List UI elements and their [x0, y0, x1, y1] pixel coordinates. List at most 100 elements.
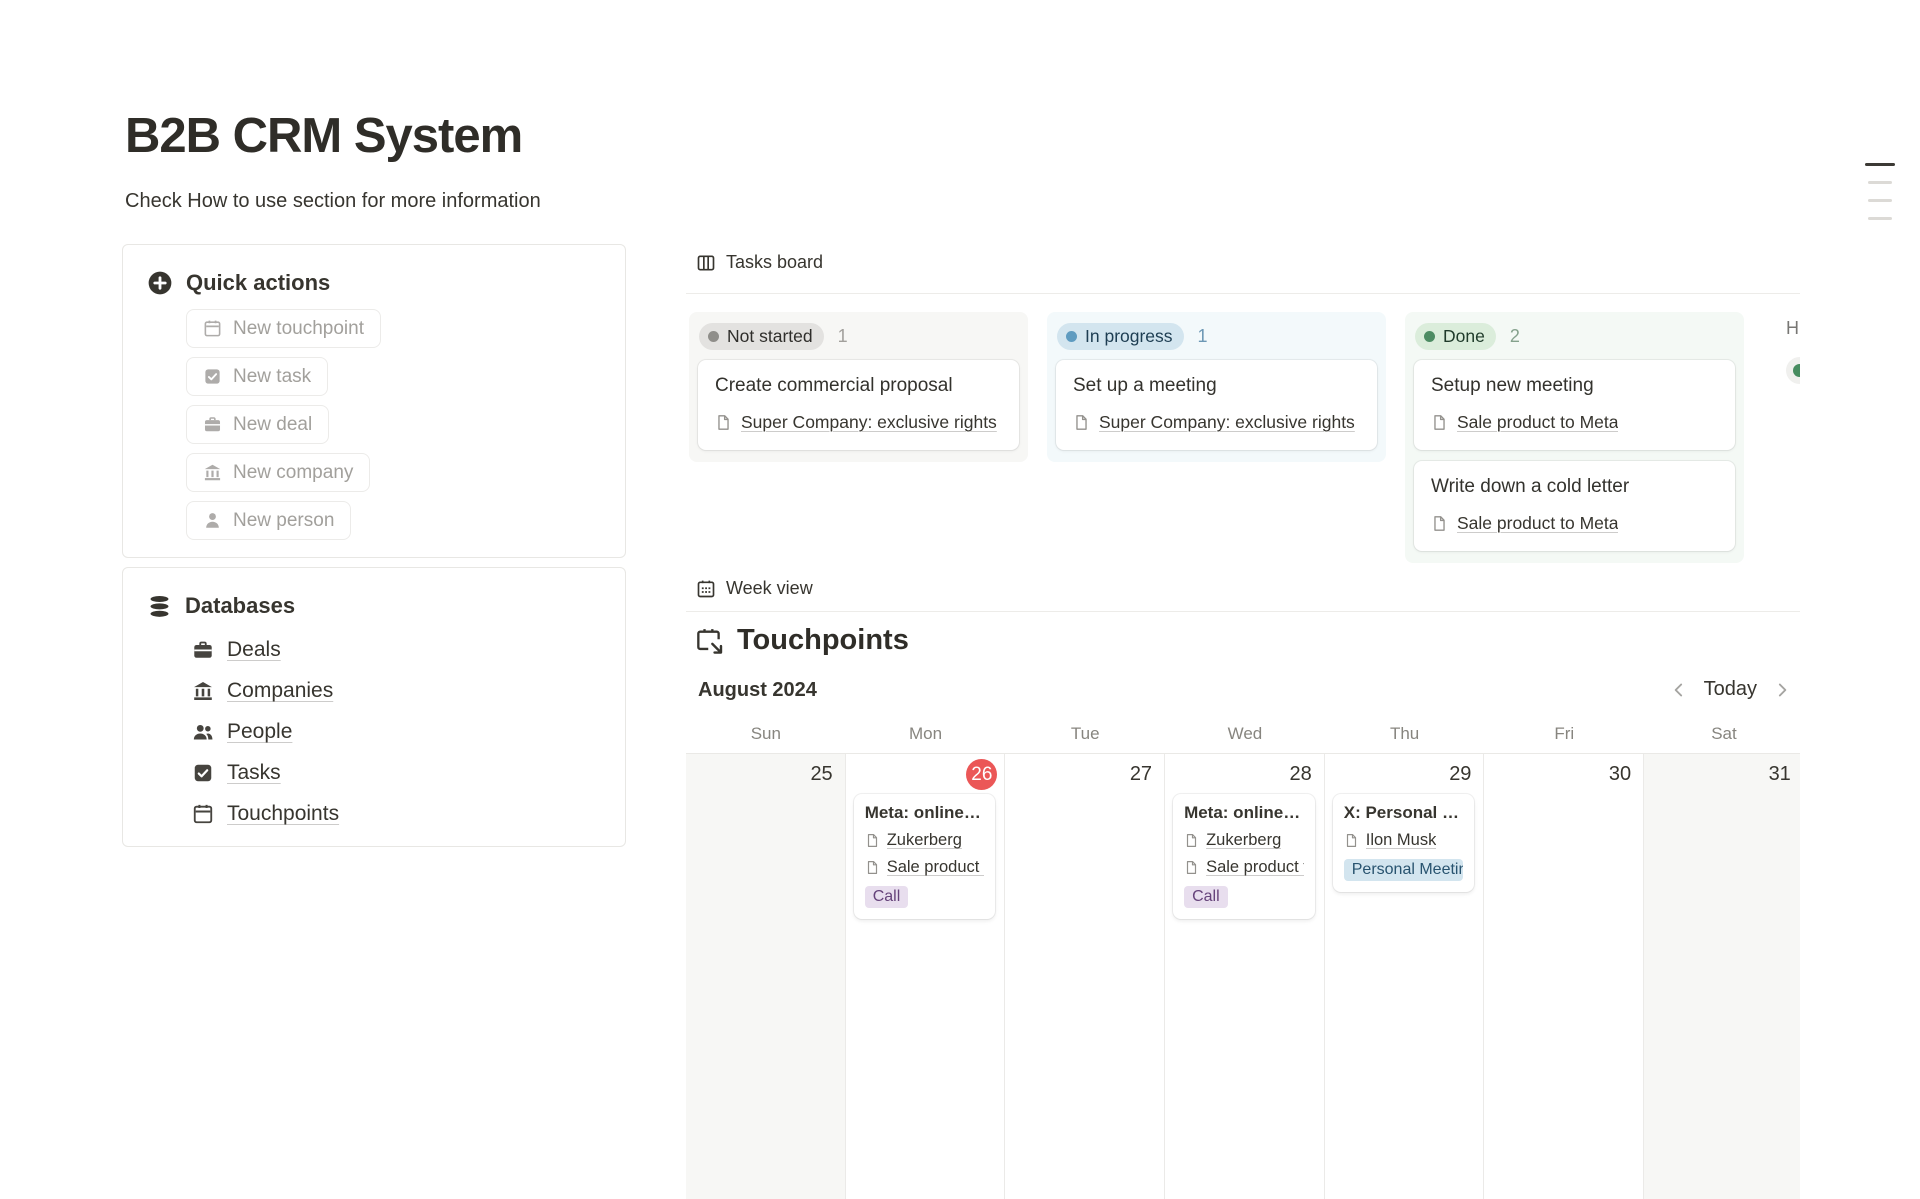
task-card-set-up-a-meeting[interactable]: Set up a meetingSuper Company: exclusive…	[1056, 360, 1377, 450]
databases-title: Databases	[185, 593, 295, 619]
hidden-group-clipped-label[interactable]: H	[1786, 318, 1799, 339]
calendar-grid-icon	[696, 579, 716, 599]
chevron-right-icon	[1772, 680, 1792, 700]
page-outline-indicator	[1862, 163, 1898, 235]
event-relation-link[interactable]: Ilon Musk	[1366, 831, 1437, 850]
quick-actions-title: Quick actions	[186, 270, 330, 296]
main-content: Tasks board Not started1Create commercia…	[686, 0, 1800, 1199]
day-header-wed: Wed	[1165, 724, 1325, 744]
outline-line[interactable]	[1868, 181, 1892, 184]
calendar-cell-aug-25: 25	[686, 754, 846, 1199]
task-card-relation-link[interactable]: Super Company: exclusive rights	[741, 412, 997, 433]
group-count: 1	[1198, 326, 1208, 347]
status-pill-label: In progress	[1085, 326, 1173, 347]
chevron-left-icon[interactable]	[1669, 680, 1689, 700]
doc-icon	[715, 414, 732, 431]
page-subtitle: Check How to use section for more inform…	[125, 190, 541, 213]
event-tag-call[interactable]: Call	[1184, 886, 1228, 908]
touchpoint-event-card[interactable]: Meta: online…ZukerbergSale product to Me…	[1173, 794, 1315, 919]
database-icon	[147, 594, 172, 619]
calendar-cell-aug-29: 29X: Personal …Ilon MuskPersonal Meeting	[1325, 754, 1485, 1199]
database-icon	[147, 594, 172, 619]
calendar-month-label: August 2024	[698, 679, 817, 702]
chevron-left-icon	[1669, 680, 1689, 700]
bank-icon	[192, 680, 214, 702]
date-number: 27	[1130, 754, 1164, 786]
database-item-people[interactable]: People	[192, 717, 625, 747]
task-card-create-commercial-proposal[interactable]: Create commercial proposal Super Company:…	[698, 360, 1019, 450]
plus-circle-icon	[147, 270, 173, 296]
task-card-setup-new-meeting[interactable]: Setup new meetingSale product to Meta	[1414, 360, 1735, 450]
quick-action-label: New person	[233, 510, 334, 532]
checkbox-icon	[203, 367, 222, 386]
chevron-right-icon[interactable]	[1772, 680, 1792, 700]
task-card-relation-link[interactable]: Sale product to Meta	[1457, 412, 1618, 433]
quick-action-new-deal-button[interactable]: New deal	[186, 405, 329, 444]
day-header-thu: Thu	[1325, 724, 1485, 744]
doc-icon	[1431, 414, 1448, 431]
quick-action-new-person-button[interactable]: New person	[186, 501, 351, 540]
task-card-relation-link[interactable]: Super Company: exclusive rights	[1099, 412, 1355, 433]
database-item-companies[interactable]: Companies	[192, 676, 625, 706]
green-dot-icon	[1793, 364, 1800, 377]
briefcase-icon	[203, 415, 222, 434]
database-item-label: Tasks	[227, 761, 281, 785]
day-header-sun: Sun	[686, 724, 846, 744]
touchpoint-event-card[interactable]: X: Personal …Ilon MuskPersonal Meeting	[1333, 794, 1475, 892]
event-relation-link[interactable]: Sale product to Meta	[1206, 858, 1304, 877]
status-pill-label: Not started	[727, 326, 813, 347]
event-title: Meta: online…	[865, 803, 985, 823]
status-pill-not-started[interactable]: Not started	[699, 323, 824, 350]
touchpoint-event-card[interactable]: Meta: online… Zukerberg Sale product to Me…	[854, 794, 996, 919]
kanban-column-not-started: Not started1Create commercial proposalSu…	[689, 312, 1028, 462]
doc-icon	[1184, 860, 1199, 875]
quick-action-new-company-button[interactable]: New company	[186, 453, 370, 492]
kanban-column-in-progress: In progress 1 Set up a meetingSuper Compan…	[1047, 312, 1386, 462]
task-card-relation-link[interactable]: Sale product to Meta	[1457, 513, 1618, 534]
doc-icon	[1431, 515, 1448, 532]
event-tag-call[interactable]: Call	[865, 886, 909, 908]
outline-line[interactable]	[1868, 217, 1892, 220]
week-view-label: Week view	[726, 578, 813, 599]
event-tag-personal-meeting[interactable]: Personal Meeting	[1344, 859, 1464, 881]
outline-line-active[interactable]	[1865, 163, 1895, 166]
task-card-write-down-a-cold-letter[interactable]: Write down a cold letterSale product to …	[1414, 461, 1735, 551]
database-item-touchpoints[interactable]: Touchpoints	[192, 799, 625, 829]
today-date-badge: 26	[966, 759, 997, 790]
status-dot-icon	[708, 331, 719, 342]
event-relation-link[interactable]: Sale product to Meta	[887, 858, 985, 877]
database-item-deals[interactable]: Deals	[192, 635, 625, 665]
bank-icon	[203, 463, 222, 482]
calendar-grid: 2526Meta: online…ZukerbergSale product t…	[686, 753, 1800, 1199]
page-title: B2B CRM System	[125, 108, 522, 164]
quick-action-new-touchpoint-button[interactable]: New touchpoint	[186, 309, 381, 348]
person-icon	[203, 511, 222, 530]
status-dot-icon	[1424, 331, 1435, 342]
event-relation-link[interactable]: Zukerberg	[887, 831, 962, 850]
calendar-arrow-icon	[696, 627, 724, 655]
quick-action-new-task-button[interactable]: New task	[186, 357, 328, 396]
status-pill-in-progress[interactable]: In progress	[1057, 323, 1184, 350]
hidden-group-clipped-pill[interactable]	[1786, 357, 1800, 384]
status-pill-done[interactable]: Done	[1415, 323, 1496, 350]
database-item-label: Deals	[227, 638, 281, 662]
week-view-tab[interactable]: Week view	[696, 578, 813, 599]
event-relation-link[interactable]: Zukerberg	[1206, 831, 1281, 850]
briefcase-icon	[192, 639, 214, 661]
database-item-tasks[interactable]: Tasks	[192, 758, 625, 788]
doc-icon	[1344, 833, 1359, 848]
quick-action-label: New task	[233, 366, 311, 388]
status-dot-icon	[1066, 331, 1077, 342]
plus-circle-icon	[147, 270, 173, 296]
day-of-week-header-row: SunMonTueWedThuFriSat	[686, 724, 1800, 744]
quick-action-label: New touchpoint	[233, 318, 364, 340]
date-number: 28	[1290, 754, 1324, 786]
task-card-title: Create commercial proposal	[715, 375, 1002, 397]
tasks-board-view-tab[interactable]: Tasks board	[696, 252, 823, 273]
date-number: 25	[810, 754, 844, 786]
today-button[interactable]: Today	[1704, 678, 1757, 701]
outline-line[interactable]	[1868, 199, 1892, 202]
calendar-cell-aug-26: 26 Meta: online… Zukerberg Sale product to …	[846, 754, 1006, 1199]
tasks-board-view-label: Tasks board	[726, 252, 823, 273]
touchpoints-heading[interactable]: Touchpoints	[696, 624, 909, 657]
